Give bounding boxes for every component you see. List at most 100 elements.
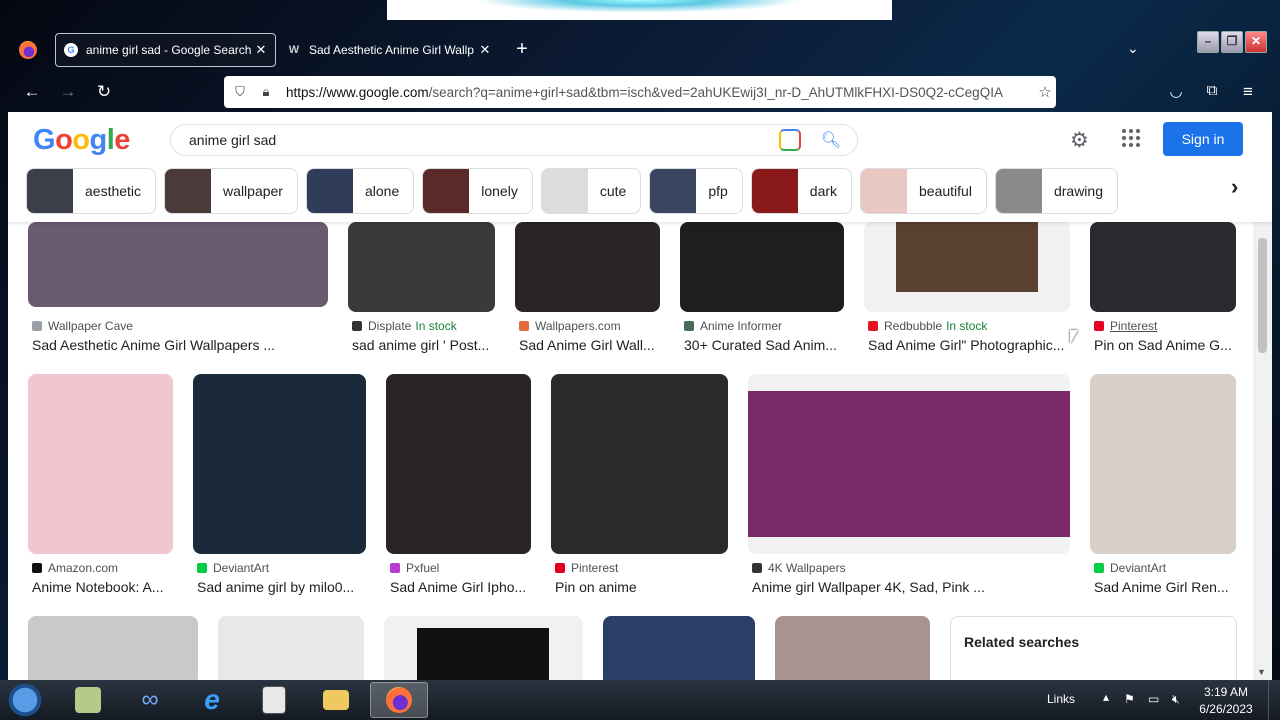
result-title[interactable]: Sad Aesthetic Anime Girl Wallpapers ...	[32, 337, 332, 353]
chevron-right-icon[interactable]: ›	[1231, 174, 1238, 200]
result-source[interactable]: Wallpapers.com	[519, 319, 621, 333]
result-title[interactable]: Sad Anime Girl Ren...	[1094, 579, 1234, 595]
result-source[interactable]: Pinterest	[555, 561, 618, 575]
result-thumbnail[interactable]	[515, 222, 660, 312]
tab-wallpaper-page[interactable]: W Sad Aesthetic Anime Girl Wallp ✕	[279, 33, 499, 67]
image-result[interactable]: Wallpapers.com Sad Anime Girl Wall...	[515, 222, 660, 353]
result-source[interactable]: Amazon.com	[32, 561, 118, 575]
result-thumbnail[interactable]	[386, 374, 531, 554]
result-thumbnail[interactable]	[193, 374, 366, 554]
result-source[interactable]: DeviantArt	[1094, 561, 1166, 575]
taskbar-file-explorer[interactable]	[310, 682, 362, 718]
image-result[interactable]: 4K Wallpapers Anime girl Wallpaper 4K, S…	[748, 374, 1070, 595]
maximize-icon[interactable]: ❐	[1221, 31, 1243, 53]
action-center-flag-icon[interactable]: ⚑	[1124, 692, 1135, 706]
settings-gear-icon[interactable]: ⚙	[1070, 128, 1089, 153]
close-tab-icon[interactable]: ✕	[477, 42, 493, 58]
image-result[interactable]: Anime Informer 30+ Curated Sad Anim...	[680, 222, 844, 353]
close-window-icon[interactable]: ✕	[1245, 31, 1267, 53]
volume-muted-icon[interactable]: 🔇︎	[1172, 692, 1180, 707]
chip-dark[interactable]: dark	[750, 168, 853, 214]
google-logo[interactable]: Google	[33, 124, 130, 157]
image-result[interactable]: DeviantArt Sad anime girl by milo0...	[193, 374, 366, 595]
scroll-down-arrow-icon[interactable]: ▼	[1257, 667, 1266, 677]
new-tab-icon[interactable]: +	[512, 38, 532, 61]
result-source[interactable]: Wallpaper Cave	[32, 319, 133, 333]
result-thumbnail[interactable]	[28, 374, 173, 554]
image-result[interactable]: Pinterest Pin on Sad Anime G...	[1090, 222, 1236, 353]
shield-icon[interactable]: ⛉	[230, 84, 250, 100]
image-result[interactable]: Pxfuel Sad Anime Girl Ipho...	[386, 374, 531, 595]
taskbar-infinity-app[interactable]: ∞	[124, 682, 176, 718]
image-result[interactable]: DeviantArt Sad Anime Girl Ren...	[1090, 374, 1236, 595]
result-source[interactable]: DeviantArt	[197, 561, 269, 575]
result-thumbnail[interactable]	[775, 616, 930, 680]
close-tab-icon[interactable]: ✕	[253, 42, 269, 58]
result-thumbnail[interactable]	[348, 222, 495, 312]
image-result[interactable]	[28, 616, 198, 680]
image-result[interactable]: Pinterest Pin on anime	[551, 374, 728, 595]
minimize-icon[interactable]: –	[1197, 31, 1219, 53]
menu-icon[interactable]: ≡	[1237, 82, 1259, 102]
extensions-icon[interactable]: ⧉	[1201, 82, 1223, 99]
image-result[interactable]: Displate In stock sad anime girl ' Post..…	[348, 222, 495, 353]
result-thumbnail[interactable]	[551, 374, 728, 554]
result-thumbnail[interactable]	[680, 222, 844, 312]
image-result[interactable]	[218, 616, 364, 680]
result-thumbnail[interactable]	[28, 616, 198, 680]
bookmark-star-icon[interactable]: ☆	[1034, 83, 1056, 101]
search-icon[interactable]: 🔍︎	[817, 130, 845, 150]
result-title[interactable]: Sad Anime Girl Wall...	[519, 337, 664, 353]
result-title[interactable]: Anime Notebook: A...	[32, 579, 177, 595]
tray-expand-icon[interactable]: ▴	[1103, 690, 1109, 704]
taskbar-firefox[interactable]	[370, 682, 428, 718]
result-thumbnail[interactable]	[218, 616, 364, 680]
result-thumbnail[interactable]	[603, 616, 755, 680]
search-input[interactable]: anime girl sad	[171, 132, 779, 148]
chip-pfp[interactable]: pfp	[649, 168, 743, 214]
start-button[interactable]	[5, 682, 45, 718]
result-source[interactable]: Pinterest	[1094, 319, 1157, 333]
list-tabs-chevron-icon[interactable]: ⌄	[1127, 40, 1139, 57]
scrollbar-thumb[interactable]	[1258, 238, 1267, 353]
taskbar-notes-app[interactable]	[62, 682, 114, 718]
result-thumbnail[interactable]	[1090, 374, 1236, 554]
lock-icon[interactable]: 🔒︎	[256, 84, 276, 100]
result-title[interactable]: 30+ Curated Sad Anim...	[684, 337, 848, 353]
chip-wallpaper[interactable]: wallpaper	[164, 168, 298, 214]
show-desktop-button[interactable]	[1268, 680, 1280, 720]
result-title[interactable]: Anime girl Wallpaper 4K, Sad, Pink ...	[752, 579, 1070, 595]
result-source[interactable]: Displate In stock	[352, 319, 457, 333]
image-result[interactable]	[384, 616, 583, 680]
result-source[interactable]: Redbubble In stock	[868, 319, 987, 333]
result-thumbnail[interactable]	[748, 374, 1070, 554]
result-title[interactable]: Sad anime girl by milo0...	[197, 579, 365, 595]
links-toolbar-label[interactable]: Links	[1047, 692, 1075, 706]
chip-alone[interactable]: alone	[305, 168, 415, 214]
chip-beautiful[interactable]: beautiful	[860, 168, 987, 214]
address-bar[interactable]: ⛉ 🔒︎ https://www.google.com/search?q=ani…	[224, 76, 1056, 108]
result-title[interactable]: Pin on anime	[555, 579, 725, 595]
firefox-icon[interactable]	[19, 41, 37, 59]
chip-drawing[interactable]: drawing	[994, 168, 1118, 214]
chip-lonely[interactable]: lonely	[422, 168, 533, 214]
taskbar-internet-explorer[interactable]: e	[186, 682, 238, 718]
result-title[interactable]: Sad Anime Girl" Photographic...	[868, 337, 1068, 353]
result-source[interactable]: 4K Wallpapers	[752, 561, 846, 575]
image-result[interactable]	[603, 616, 755, 680]
pocket-icon[interactable]: ◡	[1165, 82, 1187, 100]
image-result[interactable]: Amazon.com Anime Notebook: A...	[28, 374, 173, 595]
result-title[interactable]: Sad Anime Girl Ipho...	[390, 579, 535, 595]
network-icon[interactable]: ▭	[1148, 692, 1159, 706]
sign-in-button[interactable]: Sign in	[1163, 122, 1243, 156]
lens-camera-icon[interactable]	[779, 129, 801, 151]
back-arrow-icon[interactable]: ←	[21, 82, 43, 102]
image-result[interactable]: Wallpaper Cave Sad Aesthetic Anime Girl …	[28, 222, 328, 353]
result-thumbnail[interactable]	[864, 222, 1070, 312]
chip-aesthetic[interactable]: aesthetic	[26, 168, 157, 214]
image-result[interactable]: Redbubble In stock Sad Anime Girl" Photog…	[864, 222, 1070, 353]
forward-arrow-icon[interactable]: →	[57, 82, 79, 102]
search-box[interactable]: anime girl sad 🔍︎	[170, 124, 858, 156]
result-title[interactable]: sad anime girl ' Post...	[352, 337, 502, 353]
result-thumbnail[interactable]	[1090, 222, 1236, 312]
